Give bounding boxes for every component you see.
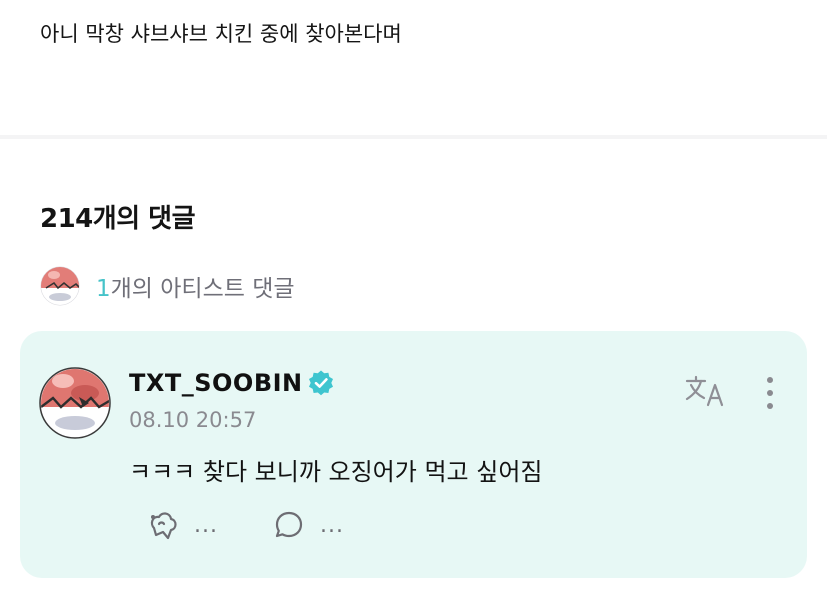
like-count: ...	[194, 512, 218, 538]
comment-timestamp: 08.10 20:57	[129, 408, 257, 432]
artist-comment-card: TXT_SOOBIN 08.10 20:57 ㅋㅋㅋ 찾다 보니까 오징어가 먹…	[20, 331, 807, 578]
like-button[interactable]: ...	[146, 507, 218, 543]
artist-comments-filter[interactable]: 1개의 아티스트 댓글	[40, 266, 295, 306]
artist-avatar-icon	[40, 266, 80, 306]
reply-count: ...	[320, 512, 344, 538]
comment-count-heading: 214개의 댓글	[40, 204, 196, 234]
reply-button[interactable]: ...	[272, 507, 344, 543]
verified-icon	[308, 370, 333, 396]
more-options-icon[interactable]	[764, 375, 776, 411]
comment-body: ㅋㅋㅋ 찾다 보니까 오징어가 먹고 싶어짐	[129, 458, 543, 486]
post-text: 아니 막창 샤브샤브 치킨 중에 찾아본다며	[40, 22, 402, 46]
avatar-icon[interactable]	[39, 367, 111, 439]
section-divider	[0, 135, 827, 139]
reply-icon	[275, 511, 303, 538]
artist-comments-suffix: 개의 아티스트 댓글	[110, 276, 295, 302]
like-icon	[150, 512, 177, 540]
translate-icon[interactable]	[684, 375, 726, 409]
artist-comments-label: 1개의 아티스트 댓글	[96, 269, 295, 303]
username-text: TXT_SOOBIN	[129, 369, 303, 397]
comment-username[interactable]: TXT_SOOBIN	[129, 369, 335, 397]
artist-comment-count: 1	[96, 276, 111, 302]
